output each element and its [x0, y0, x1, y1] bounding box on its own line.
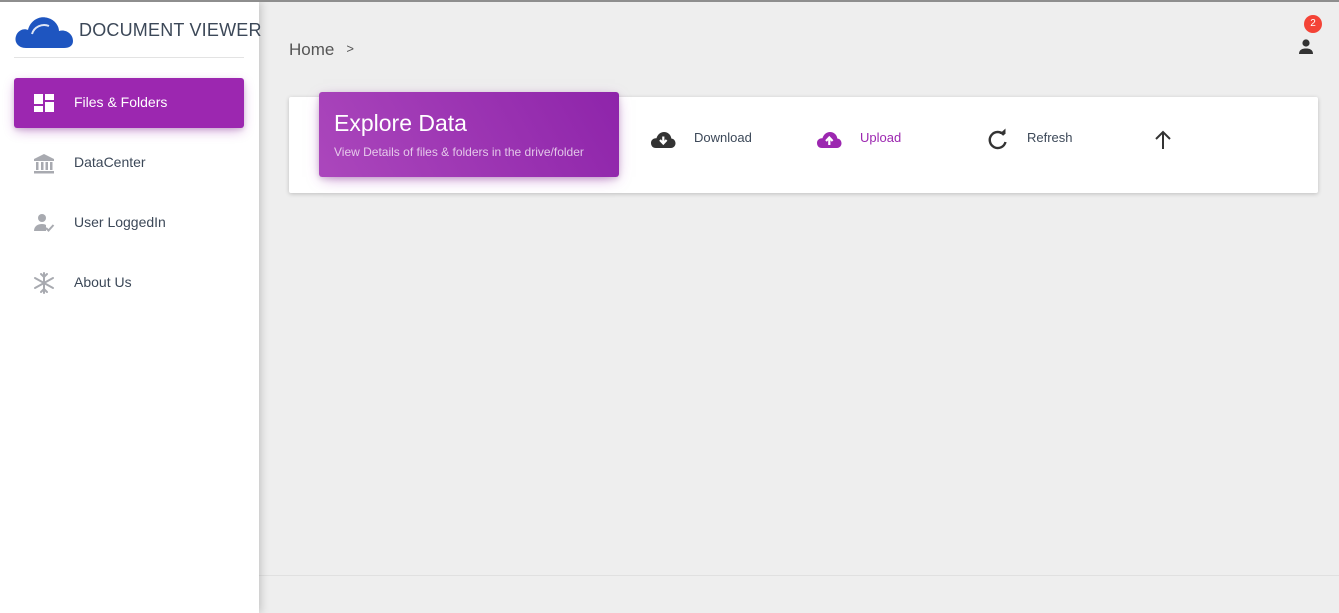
arrow-up-icon	[1155, 130, 1171, 149]
window-top-border	[0, 0, 1339, 2]
sidebar-item-user-loggedin[interactable]: User LoggedIn	[14, 198, 244, 248]
card-subtitle: View Details of files & folders in the d…	[334, 145, 584, 159]
go-up-button[interactable]	[1152, 124, 1178, 154]
cloud-upload-icon	[817, 132, 842, 148]
sidebar-item-label: DataCenter	[74, 154, 146, 170]
card-header: Explore Data View Details of files & fol…	[319, 92, 619, 177]
download-label: Download	[694, 130, 752, 145]
bank-building-icon	[34, 154, 54, 174]
user-check-icon	[34, 214, 55, 232]
card-title: Explore Data	[334, 110, 467, 136]
breadcrumb-separator: >	[346, 41, 354, 56]
refresh-label: Refresh	[1027, 130, 1073, 145]
sidebar-item-datacenter[interactable]: DataCenter	[14, 138, 244, 188]
sidebar-item-label: User LoggedIn	[74, 214, 166, 230]
sidebar-item-about-us[interactable]: About Us	[14, 258, 244, 308]
refresh-button[interactable]: Refresh	[985, 124, 1085, 154]
app-title: DOCUMENT VIEWER	[79, 20, 262, 40]
sidebar-item-label: Files & Folders	[74, 94, 168, 110]
sidebar: DOCUMENT VIEWER Files & Folders DataCent…	[0, 2, 261, 613]
sidebar-item-files-folders[interactable]: Files & Folders	[14, 78, 244, 128]
sidebar-item-label: About Us	[74, 274, 132, 290]
upload-label: Upload	[860, 130, 902, 145]
notification-badge[interactable]: 2	[1304, 15, 1322, 33]
person-icon[interactable]	[1296, 37, 1316, 57]
cloud-logo-icon	[15, 17, 73, 48]
download-button[interactable]: Download	[650, 124, 760, 154]
cloud-download-icon	[651, 132, 676, 148]
breadcrumb: Home >	[289, 40, 354, 60]
refresh-icon	[988, 128, 1007, 150]
dashboard-grid-icon	[34, 94, 54, 112]
footer-divider	[259, 575, 1339, 576]
upload-button[interactable]: Upload	[816, 124, 916, 154]
snowflake-icon	[34, 272, 54, 294]
breadcrumb-home[interactable]: Home	[289, 40, 334, 59]
brand[interactable]: DOCUMENT VIEWER	[14, 2, 261, 58]
